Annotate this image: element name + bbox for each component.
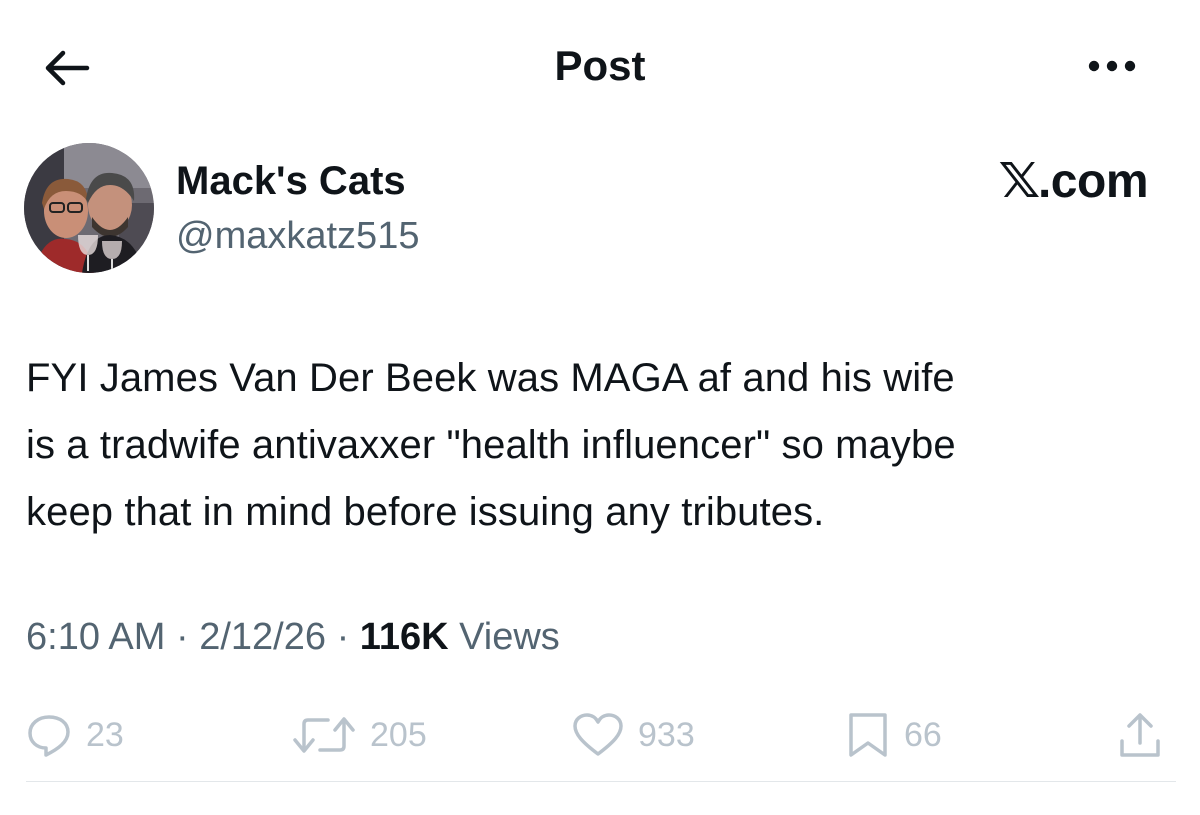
post-text-line: FYI James Van Der Beek was MAGA af and h… [26,356,955,400]
post-metadata: 6:10 AM · 2/12/26 · 116K Views [26,612,560,662]
like-button[interactable]: 933 [572,700,695,770]
x-com-watermark: 𝕏.com [998,154,1149,210]
bookmark-button[interactable]: 66 [846,700,942,770]
share-icon [1120,713,1160,757]
post-time[interactable]: 6:10 AM [26,616,165,658]
avatar[interactable] [24,143,154,273]
more-horizontal-icon [1088,60,1136,72]
views-count: 116K [359,616,449,658]
profile-photo [24,143,154,273]
reply-icon [28,715,70,757]
author-display-name[interactable]: Mack's Cats [176,156,406,206]
heart-icon [573,713,623,756]
separator: · [175,616,189,658]
share-button[interactable] [1116,700,1164,770]
bookmark-icon [849,713,887,757]
brand-domain: .com [1037,155,1149,208]
post-date[interactable]: 2/12/26 [199,616,326,658]
reply-button[interactable]: 23 [26,700,124,770]
page-title: Post [554,42,646,89]
divider [26,781,1176,782]
post-text-line: keep that in mind before issuing any tri… [26,490,825,534]
post-text-line: is a tradwife antivaxxer "health influen… [26,423,956,467]
post-text: FYI James Van Der Beek was MAGA af and h… [26,345,1186,546]
repost-icon [293,717,355,753]
bookmark-count: 66 [904,715,942,754]
top-bar: Post [0,0,1200,130]
like-count: 933 [638,715,695,754]
reply-count: 23 [86,715,124,754]
x-logo-icon: 𝕏 [998,155,1040,208]
repost-button[interactable]: 205 [292,700,427,770]
author-handle[interactable]: @maxkatz515 [176,212,419,260]
views-label: Views [459,616,560,658]
action-bar: 23 205 933 66 [0,700,1200,770]
repost-count: 205 [370,715,427,754]
separator: · [336,616,350,658]
more-options-button[interactable] [1080,44,1144,88]
